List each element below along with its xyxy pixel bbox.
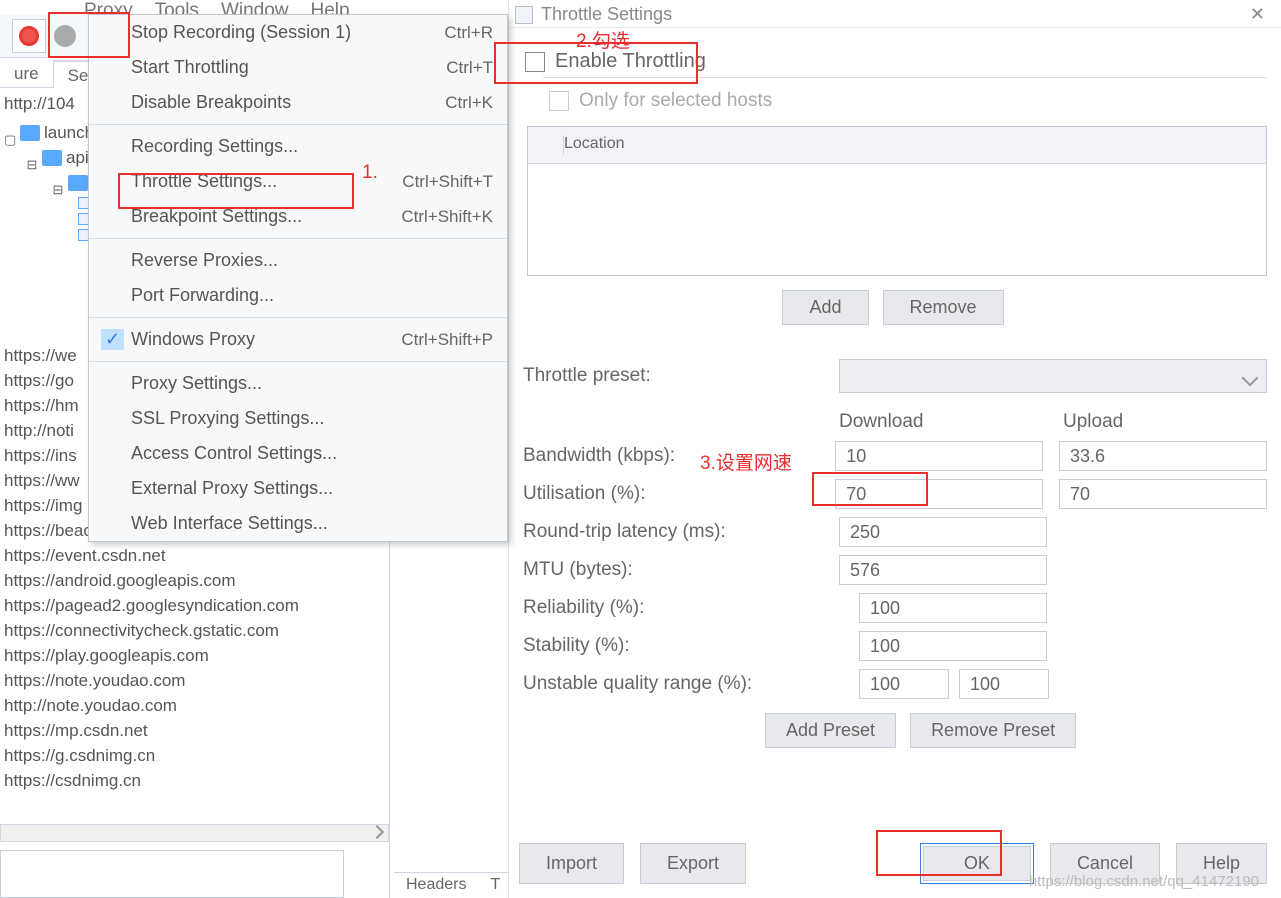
shortcut: Ctrl+R — [444, 23, 493, 43]
menu-proxy-settings[interactable]: Proxy Settings... — [89, 366, 507, 401]
throttle-preset-label: Throttle preset: — [519, 365, 839, 387]
annotation-box-1 — [118, 173, 354, 209]
utilisation-label: Utilisation (%): — [519, 483, 835, 505]
annotation-text-3: 3.设置网速 — [700, 448, 792, 475]
download-header: Download — [839, 411, 1063, 433]
watermark: https://blog.csdn.net/qq_41472190 — [1029, 873, 1259, 890]
dialog-titlebar[interactable]: Throttle Settings ✕ — [509, 0, 1281, 28]
unstable-range-high-input[interactable] — [959, 669, 1049, 699]
mtu-input[interactable] — [839, 555, 1047, 585]
shortcut: Ctrl+Shift+T — [402, 172, 493, 192]
export-button[interactable]: Export — [640, 843, 746, 884]
tree-url[interactable]: http://noti — [4, 418, 74, 443]
menu-windows-proxy[interactable]: Windows ProxyCtrl+Shift+P — [89, 322, 507, 357]
tree-url[interactable]: https://csdnimg.cn — [4, 768, 141, 793]
stability-label: Stability (%): — [519, 635, 839, 657]
tree-url[interactable]: https://mp.csdn.net — [4, 718, 148, 743]
tree-url[interactable]: https://note.youdao.com — [4, 668, 185, 693]
tree-url[interactable]: https://ww — [4, 468, 80, 493]
bandwidth-upload-input[interactable] — [1059, 441, 1267, 471]
location-column-header: Location — [564, 135, 625, 155]
utilisation-upload-input[interactable] — [1059, 479, 1267, 509]
tab-structure[interactable]: ure — [0, 60, 54, 87]
tree-url[interactable]: https://event.csdn.net — [4, 543, 166, 568]
only-selected-label: Only for selected hosts — [579, 90, 772, 112]
tree-url[interactable]: http://note.youdao.com — [4, 693, 177, 718]
location-list[interactable]: Location — [527, 126, 1267, 276]
folder-icon — [20, 125, 40, 141]
tree-url[interactable]: https://connectivitycheck.gstatic.com — [4, 618, 279, 643]
shortcut: Ctrl+K — [445, 93, 493, 113]
remove-preset-button[interactable]: Remove Preset — [910, 713, 1076, 748]
rtt-label: Round-trip latency (ms): — [519, 521, 839, 543]
only-selected-checkbox[interactable] — [549, 91, 569, 111]
tree-url[interactable]: https://img — [4, 493, 82, 518]
annotation-box-ok — [876, 830, 1002, 876]
app-icon — [515, 6, 533, 24]
throttle-settings-dialog: Throttle Settings ✕ Enable Throttling On… — [508, 0, 1281, 898]
tree-item[interactable]: api — [66, 145, 89, 170]
add-preset-button[interactable]: Add Preset — [765, 713, 896, 748]
tree-url[interactable]: https://pagead2.googlesyndication.com — [4, 593, 299, 618]
menu-start-throttling[interactable]: Start ThrottlingCtrl+T — [89, 50, 507, 85]
folder-icon — [68, 175, 88, 191]
folder-icon — [42, 150, 62, 166]
detail-tabs[interactable]: Headers T — [394, 872, 514, 898]
filter-input[interactable] — [0, 850, 344, 898]
annotation-text-1: 1. — [362, 162, 378, 184]
import-button[interactable]: Import — [519, 843, 624, 884]
tab-headers[interactable]: Headers — [394, 873, 478, 898]
tree-url[interactable]: https://ins — [4, 443, 77, 468]
remove-button[interactable]: Remove — [883, 290, 1004, 325]
dialog-title: Throttle Settings — [541, 4, 672, 25]
menu-web-interface-settings[interactable]: Web Interface Settings... — [89, 506, 507, 541]
separator — [89, 361, 507, 362]
address-root: http://104 — [0, 92, 79, 116]
shortcut: Ctrl+Shift+P — [401, 330, 493, 350]
tree-url[interactable]: https://play.googleapis.com — [4, 643, 209, 668]
bandwidth-download-input[interactable] — [835, 441, 1043, 471]
shortcut: Ctrl+Shift+K — [401, 207, 493, 227]
throttle-preset-select[interactable] — [839, 359, 1267, 393]
separator — [89, 124, 507, 125]
annotation-text-2: 2.勾选 — [576, 26, 630, 53]
horizontal-scrollbar[interactable] — [0, 824, 389, 842]
tree-url[interactable]: https://we — [4, 343, 77, 368]
stability-input[interactable] — [859, 631, 1047, 661]
rtt-input[interactable] — [839, 517, 1047, 547]
close-icon[interactable]: ✕ — [1242, 4, 1273, 25]
menu-access-control-settings[interactable]: Access Control Settings... — [89, 436, 507, 471]
menu-reverse-proxies[interactable]: Reverse Proxies... — [89, 243, 507, 278]
menu-port-forwarding[interactable]: Port Forwarding... — [89, 278, 507, 313]
tree-url[interactable]: https://hm — [4, 393, 79, 418]
menu-ssl-settings[interactable]: SSL Proxying Settings... — [89, 401, 507, 436]
menu-recording-settings[interactable]: Recording Settings... — [89, 129, 507, 164]
separator — [89, 317, 507, 318]
menu-external-proxy-settings[interactable]: External Proxy Settings... — [89, 471, 507, 506]
menu-stop-recording[interactable]: Stop Recording (Session 1)Ctrl+R — [89, 15, 507, 50]
add-button[interactable]: Add — [782, 290, 868, 325]
proxy-menu[interactable]: Stop Recording (Session 1)Ctrl+R Start T… — [88, 14, 508, 542]
tree-url[interactable]: https://android.googleapis.com — [4, 568, 236, 593]
reliability-input[interactable] — [859, 593, 1047, 623]
tree-url[interactable]: https://go — [4, 368, 74, 393]
unstable-range-low-input[interactable] — [859, 669, 949, 699]
reliability-label: Reliability (%): — [519, 597, 839, 619]
mtu-label: MTU (bytes): — [519, 559, 839, 581]
unstable-range-label: Unstable quality range (%): — [519, 673, 839, 695]
annotation-box-record — [48, 12, 130, 58]
shortcut: Ctrl+T — [446, 58, 493, 78]
tree-url[interactable]: https://g.csdnimg.cn — [4, 743, 155, 768]
record-button[interactable] — [12, 19, 46, 53]
upload-header: Upload — [1063, 411, 1123, 433]
record-icon — [19, 26, 39, 46]
annotation-box-3 — [812, 472, 928, 506]
menu-disable-breakpoints[interactable]: Disable BreakpointsCtrl+K — [89, 85, 507, 120]
separator — [89, 238, 507, 239]
